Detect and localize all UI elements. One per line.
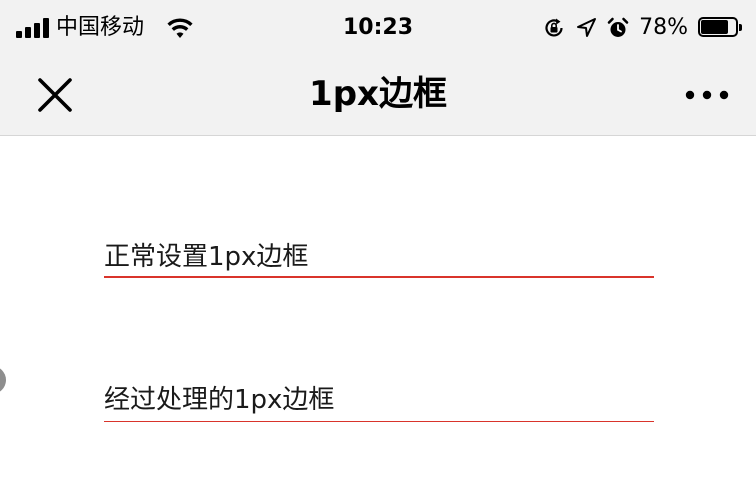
alarm-icon (607, 17, 629, 37)
status-bar: 中国移动 10:23 78% (0, 0, 756, 56)
app-screen: 中国移动 10:23 78% 1px边框 正常设置1px边框 经过处理的1px边… (0, 0, 756, 487)
main-content: 正常设置1px边框 经过处理的1px边框 (0, 136, 756, 487)
more-icon[interactable] (684, 80, 730, 110)
normal-1px-border-demo: 正常设置1px边框 (104, 240, 654, 278)
battery-icon (698, 17, 744, 39)
processed-1px-border-demo: 经过处理的1px边框 (104, 385, 335, 415)
battery-level-fill (701, 20, 728, 34)
location-arrow-icon (577, 18, 597, 37)
processed-hairline-border (104, 421, 654, 422)
battery-cap (739, 24, 742, 31)
page-title: 1px边框 (309, 74, 447, 114)
status-right-group: 78% (543, 14, 744, 42)
battery-percent: 78% (639, 15, 688, 40)
navigation-bar: 1px边框 (0, 56, 756, 136)
rotation-lock-icon (545, 18, 563, 37)
